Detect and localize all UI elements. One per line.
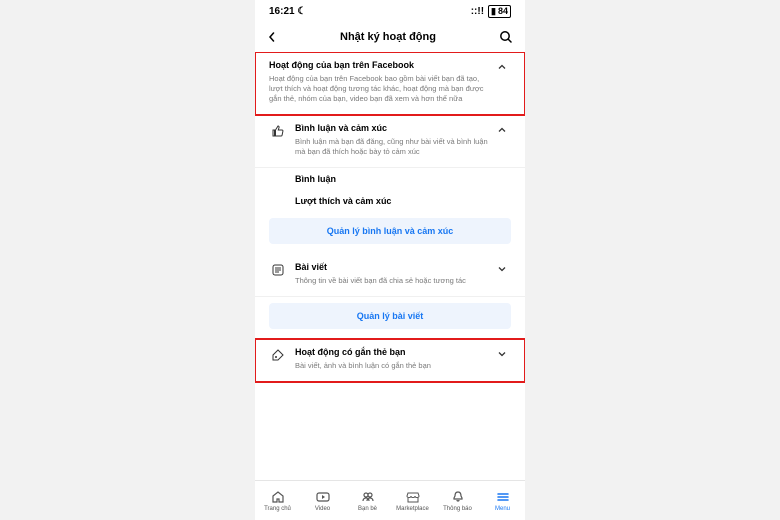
chevron-up-icon [497,60,511,72]
post-icon [269,262,287,277]
section-tagged-activity[interactable]: Hoạt động có gắn thẻ bạn Bài viết, ảnh v… [255,339,525,382]
search-button[interactable] [499,30,513,44]
section-comments-reactions[interactable]: Bình luận và cảm xúc Bình luận mà bạn đã… [255,115,525,168]
video-icon [315,489,331,505]
section-title: Bình luận và cảm xúc [295,123,489,135]
friends-icon [360,489,376,505]
section-desc: Bình luận mà bạn đã đăng, cũng như bài v… [295,137,489,157]
chevron-down-icon [497,262,511,274]
manage-comments-button[interactable]: Quản lý bình luận và cảm xúc [269,218,511,244]
signal-icon: ::!! [471,6,484,17]
bell-icon [450,489,466,505]
section-desc: Bài viết, ảnh và bình luận có gắn thẻ bạ… [295,361,489,371]
like-icon [269,123,287,138]
tag-icon [269,347,287,362]
status-time: 16:21 ☾ [269,6,306,17]
menu-icon [495,489,511,505]
phone-frame: 16:21 ☾ ::!! ▮ 84 Nhật ký hoạt động Hoạt… [255,0,525,520]
header: Nhật ký hoạt động [255,22,525,52]
section-title: Bài viết [295,262,489,274]
tab-friends[interactable]: Bạn bè [345,481,390,520]
section-desc: Hoạt động của bạn trên Facebook bao gồm … [269,74,489,104]
tab-marketplace[interactable]: Marketplace [390,481,435,520]
sub-item-likes[interactable]: Lượt thích và cảm xúc [255,190,525,212]
tab-bar: Trang chủ Video Bạn bè Marketplace Thông… [255,480,525,520]
manage-posts-button[interactable]: Quản lý bài viết [269,303,511,329]
status-bar: 16:21 ☾ ::!! ▮ 84 [255,0,525,22]
chevron-down-icon [497,347,511,359]
sub-item-comments[interactable]: Bình luận [255,168,525,190]
section-title: Hoạt động của bạn trên Facebook [269,60,489,72]
chevron-up-icon [497,123,511,135]
tab-menu[interactable]: Menu [480,481,525,520]
tab-home[interactable]: Trang chủ [255,481,300,520]
battery-icon: ▮ 84 [488,5,511,18]
tab-notifications[interactable]: Thông báo [435,481,480,520]
section-title: Hoạt động có gắn thẻ bạn [295,347,489,359]
status-right: ::!! ▮ 84 [471,5,511,18]
marketplace-icon [405,489,421,505]
home-icon [270,489,286,505]
section-posts[interactable]: Bài viết Thông tin về bài viết bạn đã ch… [255,254,525,297]
content-scroll[interactable]: Hoạt động của bạn trên Facebook Hoạt độn… [255,52,525,492]
back-button[interactable] [267,32,277,42]
section-desc: Thông tin về bài viết bạn đã chia sẻ hoặ… [295,276,489,286]
section-your-activity[interactable]: Hoạt động của bạn trên Facebook Hoạt độn… [255,52,525,115]
tab-video[interactable]: Video [300,481,345,520]
page-title: Nhật ký hoạt động [340,31,436,43]
